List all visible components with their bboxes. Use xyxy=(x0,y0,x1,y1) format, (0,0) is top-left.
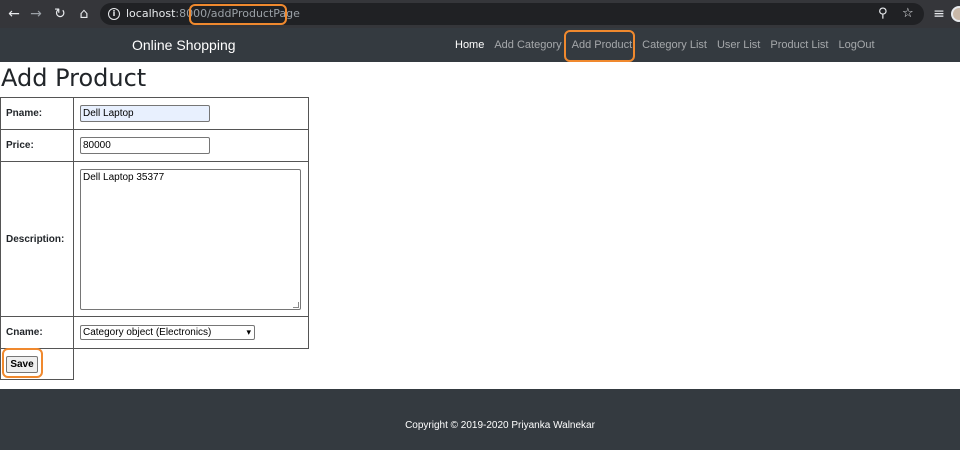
home-icon[interactable]: ⌂ xyxy=(73,3,95,25)
copyright-text: Copyright © 2019-2020 Priyanka Walnekar xyxy=(405,420,595,431)
price-input[interactable]: 80000 xyxy=(80,137,210,154)
description-label: Description: xyxy=(0,161,74,317)
form-row-pname: Pname: Dell Laptop xyxy=(0,97,309,130)
url-host: localhost xyxy=(126,7,176,20)
nav-user-list[interactable]: User List xyxy=(717,38,760,52)
form-row-save: Save xyxy=(0,348,309,380)
description-cell: Dell Laptop 35377 xyxy=(73,161,309,317)
pname-input[interactable]: Dell Laptop xyxy=(80,105,210,122)
browser-toolbar: ← → ↻ ⌂ i localhost:8000/addProductPage … xyxy=(0,0,960,28)
nav-category-list[interactable]: Category List xyxy=(642,38,707,52)
form-row-price: Price: 80000 xyxy=(0,129,309,162)
price-cell: 80000 xyxy=(73,129,309,162)
reload-icon[interactable]: ↻ xyxy=(49,3,71,25)
add-product-highlight xyxy=(564,30,635,62)
profile-avatar[interactable] xyxy=(951,6,960,22)
description-textarea[interactable]: Dell Laptop 35377 xyxy=(80,168,301,310)
zoom-icon[interactable]: ⚲ xyxy=(878,6,888,22)
cname-label: Cname: xyxy=(0,316,74,349)
site-footer: Copyright © 2019-2020 Priyanka Walnekar xyxy=(0,389,960,450)
add-product-form: Pname: Dell Laptop Price: 80000 Descript… xyxy=(0,97,309,380)
site-info-icon[interactable]: i xyxy=(108,8,120,20)
site-navbar: Online Shopping Home Add Category Add Pr… xyxy=(0,28,960,62)
pname-cell: Dell Laptop xyxy=(73,97,309,130)
form-row-description: Description: Dell Laptop 35377 xyxy=(0,161,309,317)
back-arrow-icon[interactable]: ← xyxy=(3,3,25,25)
resize-grip-icon[interactable] xyxy=(293,301,299,308)
bookmark-star-icon[interactable]: ☆ xyxy=(902,6,914,22)
cname-selected-text: Category object (Electronics) xyxy=(83,327,212,338)
nav-home[interactable]: Home xyxy=(455,38,484,52)
media-queue-icon[interactable]: ≡ xyxy=(928,3,950,25)
cname-select[interactable]: Category object (Electronics) ▾ xyxy=(80,325,255,340)
url-path-highlight xyxy=(189,4,287,25)
page-title: Add Product xyxy=(1,64,147,92)
form-row-cname: Cname: Category object (Electronics) ▾ xyxy=(0,316,309,349)
nav-product-list[interactable]: Product List xyxy=(770,38,828,52)
pname-label: Pname: xyxy=(0,97,74,130)
price-label: Price: xyxy=(0,129,74,162)
description-text: Dell Laptop 35377 xyxy=(83,171,165,183)
nav-add-category[interactable]: Add Category xyxy=(494,38,561,52)
cname-cell: Category object (Electronics) ▾ xyxy=(73,316,309,349)
save-button-highlight xyxy=(2,348,43,378)
nav-logout[interactable]: LogOut xyxy=(838,38,874,52)
chevron-down-icon: ▾ xyxy=(246,327,251,337)
nav-links: Home Add Category Add Product Category L… xyxy=(455,38,885,52)
brand-logo[interactable]: Online Shopping xyxy=(132,36,236,54)
forward-arrow-icon[interactable]: → xyxy=(25,3,47,25)
